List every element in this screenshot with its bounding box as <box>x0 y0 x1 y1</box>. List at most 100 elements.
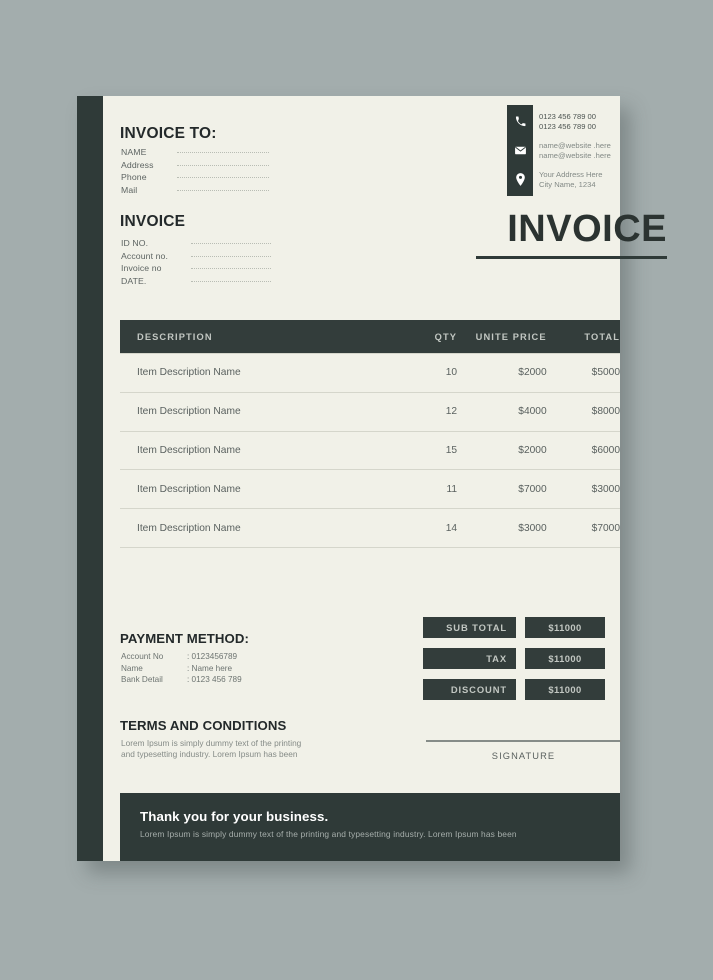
cell-unit-price: $2000 <box>518 444 547 456</box>
field-label: Mail <box>121 184 138 195</box>
bill-to-title: INVOICE TO: <box>120 125 217 142</box>
cell-total: $8000 <box>591 406 620 418</box>
terms-title: TERMS AND CONDITIONS <box>120 718 287 733</box>
invoice-meta-field-id-no[interactable]: ID NO. <box>121 238 271 251</box>
totals-label: TAX <box>423 648 516 669</box>
items-table-body: Item Description Name 10 $2000 $5000 Ite… <box>120 353 620 548</box>
invoice-header-area: INVOICE TO: NAME Address Phone Mail INVO… <box>120 96 667 316</box>
bill-to-field-mail[interactable]: Mail <box>121 185 269 198</box>
invoice-wordmark: INVOICE <box>476 208 667 259</box>
signature-line[interactable] <box>426 740 621 742</box>
field-dotted-line <box>191 268 271 270</box>
invoice-content: INVOICE TO: NAME Address Phone Mail INVO… <box>120 96 667 861</box>
field-dotted-line <box>191 255 271 257</box>
invoice-meta-field-list: ID NO. Account no. Invoice no DATE. <box>121 238 271 288</box>
totals-value: $11000 <box>525 617 605 638</box>
column-header-total: TOTAL <box>584 331 620 342</box>
payment-key: Bank Detail <box>121 675 163 685</box>
invoice-meta-field-invoice-no[interactable]: Invoice no <box>121 263 271 276</box>
signature-block: SIGNATURE <box>426 740 621 761</box>
payment-key: Name <box>121 663 143 673</box>
contact-email-lines: name@website .here name@website .here <box>539 141 669 161</box>
signature-label: SIGNATURE <box>491 750 556 761</box>
cell-qty: 10 <box>445 367 458 379</box>
field-dotted-line <box>191 280 271 282</box>
cell-qty: 12 <box>445 406 458 418</box>
invoice-wordmark-rule <box>476 256 667 259</box>
table-row: Item Description Name 15 $2000 $6000 <box>120 432 620 471</box>
totals-block: SUB TOTAL $11000 TAX $11000 DISCOUNT $11… <box>423 617 670 710</box>
totals-value: $11000 <box>525 648 605 669</box>
totals-row-tax: TAX $11000 <box>423 648 670 669</box>
footer-title: Thank you for your business. <box>140 809 329 824</box>
table-row: Item Description Name 12 $4000 $8000 <box>120 393 620 432</box>
field-label: DATE. <box>121 275 147 286</box>
payment-key: Account No <box>121 652 164 661</box>
page-spine-gutter <box>103 96 120 861</box>
invoice-meta-field-account-no[interactable]: Account no. <box>121 251 271 264</box>
field-dotted-line <box>177 152 269 153</box>
invoice-meta-field-date[interactable]: DATE. <box>121 276 271 289</box>
contact-phone-lines: 0123 456 789 00 0123 456 789 00 <box>539 112 669 132</box>
cell-description: Item Description Name <box>137 406 241 418</box>
bill-to-field-phone[interactable]: Phone <box>121 172 269 185</box>
field-dotted-line <box>177 189 269 191</box>
field-dotted-line <box>177 164 269 166</box>
field-label: Invoice no <box>121 263 162 274</box>
invoice-page: INVOICE TO: NAME Address Phone Mail INVO… <box>77 96 667 861</box>
field-dotted-line <box>191 243 271 244</box>
field-label: ID NO. <box>121 238 149 248</box>
footer-subtitle: Lorem Ipsum is simply dummy text of the … <box>140 829 517 839</box>
field-label: Account no. <box>121 250 168 261</box>
location-pin-icon <box>507 168 533 190</box>
totals-label: SUB TOTAL <box>423 617 516 638</box>
contact-phone-line-2: 0123 456 789 00 <box>539 122 597 132</box>
cell-total: $3000 <box>591 483 620 495</box>
contact-block: 0123 456 789 00 0123 456 789 00 name@web… <box>507 105 667 196</box>
cell-unit-price: $7000 <box>518 483 547 495</box>
cell-unit-price: $4000 <box>518 406 547 418</box>
column-header-description: DESCRIPTION <box>137 331 213 342</box>
column-header-unit-price: UNITE PRICE <box>475 331 547 342</box>
cell-qty: 14 <box>445 522 458 534</box>
cell-description: Item Description Name <box>137 444 241 456</box>
table-row: Item Description Name 11 $7000 $3000 <box>120 470 620 510</box>
contact-email-line-2: name@website .here <box>539 151 611 161</box>
payment-value: : 0123456789 <box>187 652 238 661</box>
cell-total: $6000 <box>591 444 620 456</box>
bill-to-field-name[interactable]: NAME <box>121 147 269 160</box>
payment-row-name: Name : Name here <box>121 663 242 675</box>
field-label: Address <box>121 159 154 170</box>
payment-row-account-no: Account No : 0123456789 <box>121 651 242 663</box>
bill-to-field-list: NAME Address Phone Mail <box>121 147 269 197</box>
contact-phone-line-1: 0123 456 789 00 <box>539 112 597 121</box>
payment-row-bank-detail: Bank Detail : 0123 456 789 <box>121 674 242 686</box>
totals-row-sub-total: SUB TOTAL $11000 <box>423 617 670 638</box>
envelope-icon <box>507 139 533 161</box>
footer-band: Thank you for your business. Lorem Ipsum… <box>120 793 620 861</box>
payment-value: : Name here <box>187 663 233 673</box>
cell-total: $7000 <box>591 522 620 534</box>
payment-value: : 0123 456 789 <box>187 675 242 685</box>
payment-method-details: Account No : 0123456789 Name : Name here… <box>121 651 242 686</box>
contact-address-line-2: City Name, 1234 <box>539 180 596 190</box>
cell-description: Item Description Name <box>137 522 241 534</box>
contact-address-line-1: Your Address Here <box>539 170 603 179</box>
bill-to-field-address[interactable]: Address <box>121 160 269 173</box>
cell-description: Item Description Name <box>137 367 241 379</box>
cell-unit-price: $2000 <box>518 367 547 379</box>
totals-row-discount: DISCOUNT $11000 <box>423 679 670 700</box>
totals-label: DISCOUNT <box>423 679 516 700</box>
invoice-meta-title: INVOICE <box>120 213 186 230</box>
invoice-wordmark-text: INVOICE <box>507 208 667 250</box>
phone-icon <box>507 110 533 132</box>
items-table-header: DESCRIPTION QTY UNITE PRICE TOTAL <box>120 320 620 353</box>
cell-qty: 15 <box>445 444 458 456</box>
contact-email-line-1: name@website .here <box>539 141 611 150</box>
table-row: Item Description Name 10 $2000 $5000 <box>120 353 620 393</box>
cell-qty: 11 <box>446 483 458 495</box>
field-label: Phone <box>121 172 147 183</box>
page-left-spine <box>77 96 103 861</box>
payment-method-title: PAYMENT METHOD: <box>120 631 249 646</box>
totals-value: $11000 <box>525 679 605 700</box>
